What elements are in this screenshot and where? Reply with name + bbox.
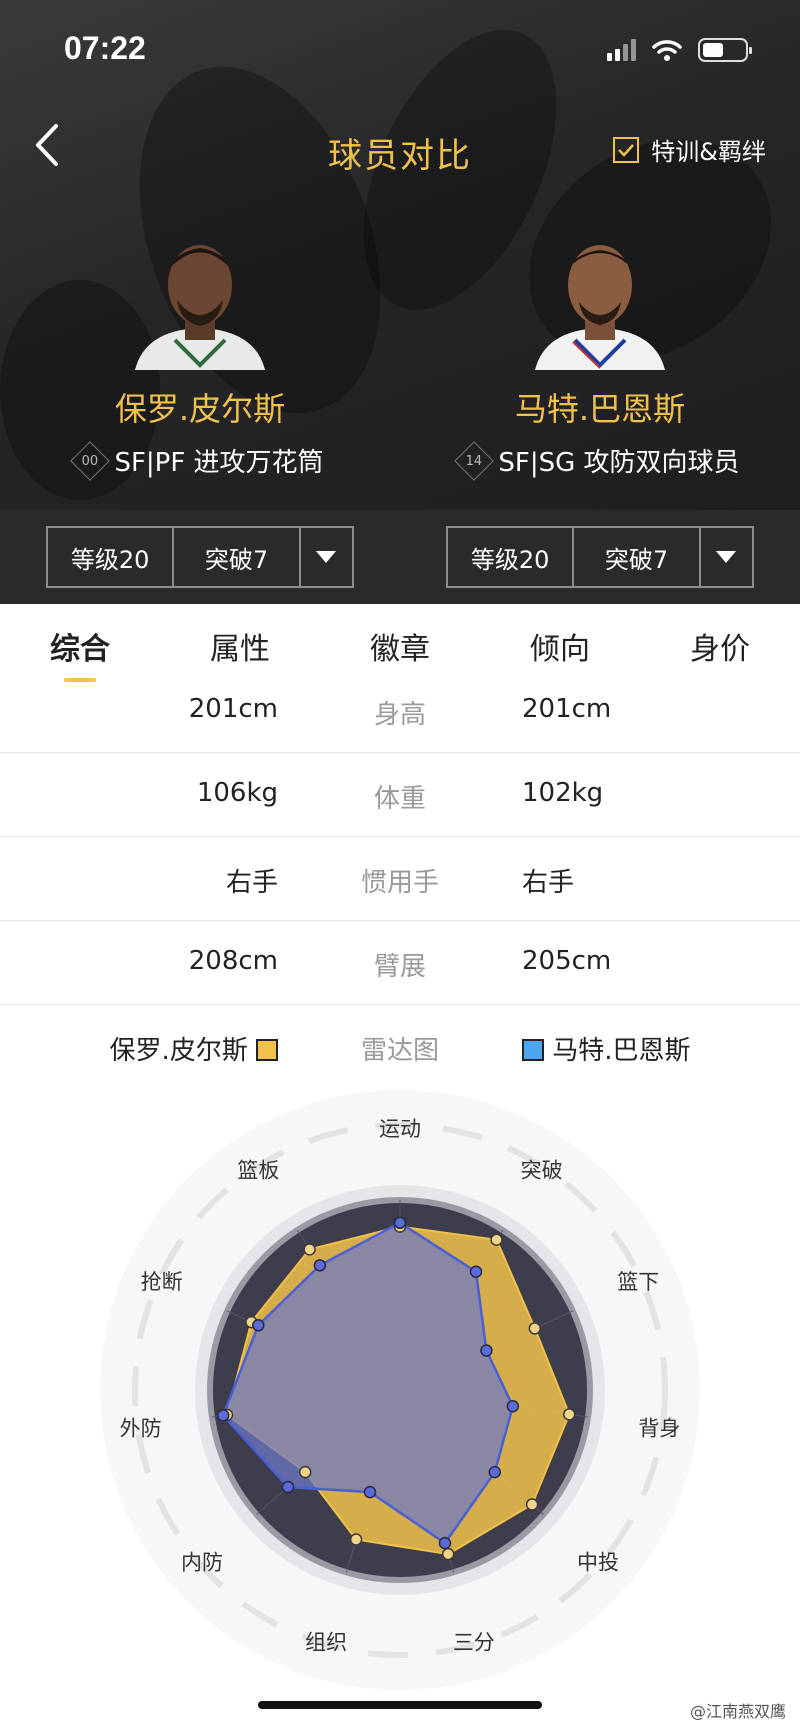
player-name-left: 保罗.皮尔斯 bbox=[114, 390, 286, 428]
watermark: @江南燕双鹰 bbox=[689, 1702, 786, 1721]
training-bond-toggle[interactable]: 特训&羁绊 bbox=[613, 132, 766, 167]
radar-point-left bbox=[441, 1547, 455, 1561]
radar-point-right bbox=[393, 1216, 407, 1230]
radar-title: 雷达图 bbox=[360, 1036, 439, 1066]
selector-right[interactable]: 等级20 突破7 bbox=[446, 526, 754, 588]
radar-axis-label: 抢断 bbox=[141, 1270, 183, 1294]
stat-right-value: 右手 bbox=[522, 868, 575, 898]
home-indicator[interactable] bbox=[258, 1701, 542, 1709]
radar-point-left bbox=[298, 1465, 312, 1479]
player-card-right: 马特.巴恩斯 14 SF|SG 攻防双向球员 bbox=[410, 230, 790, 481]
radar-axis-label: 内防 bbox=[181, 1551, 223, 1575]
status-time: 07:22 bbox=[64, 30, 146, 66]
radar-axis-label: 篮板 bbox=[237, 1159, 279, 1183]
radar-point-left bbox=[490, 1233, 503, 1247]
stat-left-value: 201cm bbox=[188, 694, 278, 724]
stat-label: 惯用手 bbox=[360, 868, 439, 898]
radar-point-left bbox=[349, 1533, 363, 1546]
player-selectors: 等级20 突破7 等级20 突破7 bbox=[0, 510, 800, 604]
player-role-left: 00 SF|PF 进攻万花筒 bbox=[10, 440, 390, 481]
stat-left-value: 106kg bbox=[196, 778, 278, 808]
legend-left: 保罗.皮尔斯 bbox=[109, 1030, 278, 1067]
status-icons bbox=[607, 38, 752, 62]
radar-axis-label: 运动 bbox=[379, 1117, 421, 1141]
legend-left-swatch bbox=[256, 1039, 278, 1061]
caret-down-icon bbox=[716, 551, 737, 563]
breakthrough-select-left[interactable]: 突破7 bbox=[174, 528, 301, 586]
stat-row-height: 201cm 身高 201cm bbox=[0, 668, 800, 753]
level-select-right[interactable]: 等级20 bbox=[448, 528, 575, 586]
player-avatar-left bbox=[125, 230, 275, 370]
radar-point-right bbox=[480, 1344, 493, 1357]
legend-right-swatch bbox=[522, 1039, 544, 1061]
radar-point-right bbox=[216, 1409, 230, 1422]
stat-label: 臂展 bbox=[373, 952, 426, 982]
player-role-right: 14 SF|SG 攻防双向球员 bbox=[410, 440, 790, 481]
radar-point-right bbox=[363, 1485, 377, 1499]
checkbox-icon[interactable] bbox=[613, 136, 640, 163]
header-background: 07:22 球员对比 特训&羁绊 保罗.皮尔斯 00 SF|PF 进攻万花筒 马… bbox=[0, 0, 800, 510]
radar-chart: 运动突破篮下背身中投三分 组织 内防 外防 抢断 篮板 bbox=[100, 1090, 700, 1690]
radar-point-right bbox=[281, 1480, 295, 1494]
radar-axis-label: 外防 bbox=[120, 1416, 162, 1440]
stat-row-wingspan: 208cm 臂展 205cm bbox=[0, 920, 800, 1005]
radar-axis-label: 篮下 bbox=[617, 1270, 659, 1294]
wifi-icon bbox=[652, 40, 682, 61]
stat-left-value: 右手 bbox=[225, 868, 278, 898]
toggle-label: 特训&羁绊 bbox=[651, 138, 766, 166]
radar-point-right bbox=[506, 1399, 520, 1413]
dropdown-button-left[interactable] bbox=[301, 528, 352, 586]
player-card-left: 保罗.皮尔斯 00 SF|PF 进攻万花筒 bbox=[10, 230, 390, 481]
radar-point-right bbox=[313, 1259, 327, 1272]
legend-right: 马特.巴恩斯 bbox=[522, 1030, 691, 1067]
stat-row-hand: 右手 惯用手 右手 bbox=[0, 836, 800, 921]
radar-axis-label: 背身 bbox=[638, 1416, 680, 1440]
radar-axis-label: 中投 bbox=[577, 1551, 619, 1575]
legend-left-label: 保罗.皮尔斯 bbox=[109, 1036, 248, 1066]
player-avatar-right bbox=[525, 230, 675, 370]
radar-point-right bbox=[252, 1319, 265, 1332]
stat-right-value: 102kg bbox=[522, 778, 604, 808]
jersey-number-badge: 14 bbox=[454, 440, 495, 481]
player-role-text: SF|PF 进攻万花筒 bbox=[114, 448, 324, 478]
stat-row-weight: 106kg 体重 102kg bbox=[0, 752, 800, 837]
legend-right-label: 马特.巴恩斯 bbox=[552, 1036, 691, 1066]
stat-right-value: 205cm bbox=[522, 946, 612, 976]
player-role-text: SF|SG 攻防双向球员 bbox=[498, 448, 740, 478]
radar-point-left bbox=[303, 1243, 316, 1256]
radar-point-right bbox=[438, 1536, 452, 1550]
signal-icon bbox=[607, 39, 636, 61]
dropdown-button-right[interactable] bbox=[701, 528, 752, 586]
player-name-right: 马特.巴恩斯 bbox=[514, 390, 686, 428]
radar-point-left bbox=[528, 1322, 542, 1335]
radar-axis-label: 组织 bbox=[305, 1630, 347, 1654]
radar-point-right bbox=[469, 1265, 483, 1278]
radar-axis-label: 三分 bbox=[453, 1630, 495, 1654]
selector-left[interactable]: 等级20 突破7 bbox=[46, 526, 354, 588]
breakthrough-select-right[interactable]: 突破7 bbox=[574, 528, 701, 586]
caret-down-icon bbox=[316, 551, 337, 563]
radar-legend: 保罗.皮尔斯 雷达图 马特.巴恩斯 bbox=[0, 1004, 800, 1088]
jersey-number-badge: 00 bbox=[70, 440, 111, 481]
radar-point-left bbox=[563, 1408, 576, 1421]
stat-label: 身高 bbox=[373, 700, 426, 730]
battery-icon bbox=[698, 38, 752, 62]
radar-point-right bbox=[488, 1465, 502, 1479]
radar-point-left bbox=[525, 1498, 539, 1511]
stat-left-value: 208cm bbox=[188, 946, 278, 976]
level-select-left[interactable]: 等级20 bbox=[48, 528, 175, 586]
stat-right-value: 201cm bbox=[522, 694, 612, 724]
radar-axis-label: 突破 bbox=[521, 1159, 563, 1183]
stat-label: 体重 bbox=[373, 784, 426, 814]
